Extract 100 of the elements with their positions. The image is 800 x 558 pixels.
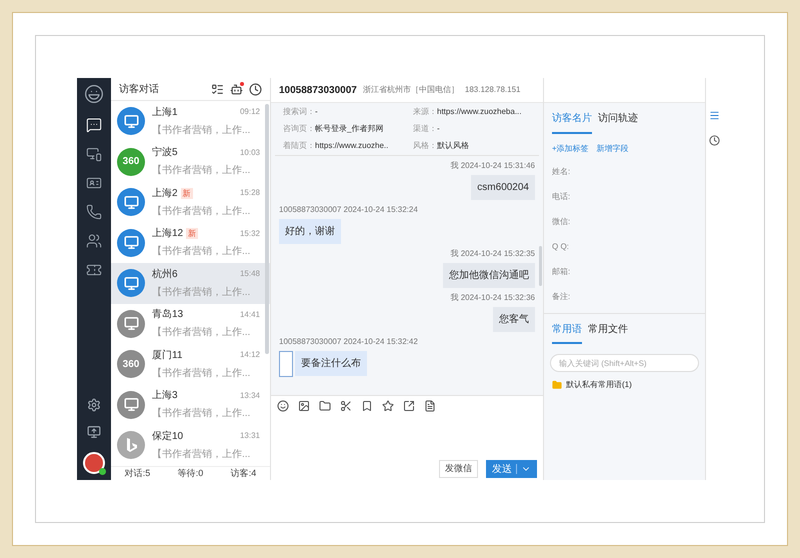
logo-avatar: 360	[117, 148, 145, 176]
menu-icon[interactable]	[709, 110, 720, 121]
scissors-icon[interactable]	[340, 400, 352, 412]
conversation-item[interactable]: 上海3 13:34 【书作者营销，上作...	[111, 384, 270, 425]
emoji-icon[interactable]	[277, 400, 289, 412]
conversation-item[interactable]: 360 宁波5 10:03 【书作者营销，上作...	[111, 142, 270, 182]
ticket-icon[interactable]	[86, 262, 102, 278]
folder-item[interactable]: 默认私有常用语(1)	[566, 379, 632, 391]
visitor-name: 保定10	[152, 430, 184, 444]
info-label: 风格：	[413, 141, 437, 151]
message-time: 15:48	[240, 268, 260, 280]
message-time: 15:32	[240, 228, 260, 240]
field-label: 电话:	[552, 191, 572, 203]
message-time: 13:34	[240, 390, 260, 402]
message-bubble: 好的，谢谢	[279, 219, 341, 244]
info-label: 来源：	[413, 107, 437, 117]
settings-icon[interactable]	[87, 398, 101, 412]
send-button[interactable]: 发送	[486, 460, 537, 478]
conversation-item[interactable]: 360 厦门11 14:12 【书作者营销，上作...	[111, 344, 270, 384]
chat-icon[interactable]	[86, 117, 102, 133]
wechat-button[interactable]: 发微信	[439, 460, 478, 478]
info-label: 搜索词：	[283, 107, 315, 117]
phrase-tab[interactable]: 常用文件	[588, 322, 628, 344]
conversation-item[interactable]: 上海1 09:12 【书作者营销，上作...	[111, 101, 270, 142]
screen-share-icon[interactable]	[87, 425, 101, 439]
share-icon[interactable]	[403, 400, 415, 412]
message-preview: 【书作者营销，上作...	[152, 204, 252, 219]
message-meta: 我 2024-10-24 15:31:46	[450, 160, 535, 172]
phone-icon[interactable]	[86, 204, 102, 220]
message-preview: 【书作者营销，上作...	[152, 124, 252, 138]
message-bubble: 要备注什么布	[295, 351, 367, 376]
message-meta: 10058873030007 2024-10-24 15:32:42	[279, 336, 418, 348]
robot-icon[interactable]	[230, 82, 243, 96]
message-preview: 【书作者营销，上作...	[152, 286, 252, 300]
field-label: 微信:	[552, 216, 572, 228]
action-link[interactable]: +添加标签	[552, 143, 589, 155]
profile-tab[interactable]: 访问轨迹	[598, 111, 638, 134]
conversation-item[interactable]: 上海12 新 15:32 【书作者营销，上作...	[111, 222, 270, 263]
bookmark-icon[interactable]	[361, 400, 373, 412]
conversation-item[interactable]: 杭州6 15:48 【书作者营销，上作...	[111, 263, 270, 304]
count-label: 访客:4	[230, 466, 256, 480]
note-icon[interactable]	[424, 400, 436, 412]
info-value: 帐号登录_作者邦网	[315, 124, 384, 134]
search-field[interactable]: 输入关键词 (Shift+Alt+S)	[550, 354, 699, 372]
message-bubble: 您加他微信沟通吧	[443, 263, 535, 288]
conversation-item[interactable]: 保定10 13:31 【书作者营销，上作...	[111, 425, 270, 466]
visitor-location: 浙江省杭州市［中国电信］	[362, 84, 459, 96]
info-value: https://www.zuozheba...	[437, 107, 522, 117]
message-time: 13:31	[240, 430, 260, 442]
smiley-logo-icon[interactable]	[84, 84, 104, 104]
info-value: -	[315, 107, 319, 117]
message-preview: 【书作者营销，上作...	[152, 326, 252, 340]
field-label: 姓名:	[552, 166, 572, 178]
field-label: Q Q:	[552, 241, 570, 253]
visitor-ip: 183.128.78.151	[464, 84, 520, 96]
message-meta: 10058873030007 2024-10-24 15:32:24	[279, 204, 418, 216]
message-preview: 【书作者营销，上作...	[152, 448, 252, 462]
user-avatar[interactable]	[83, 452, 105, 474]
message-preview: 【书作者营销，上作...	[152, 366, 252, 381]
message-time: 14:12	[240, 349, 260, 362]
visitor-name: 青岛13	[152, 308, 184, 322]
conversation-item[interactable]: 青岛13 14:41 【书作者营销，上作...	[111, 304, 270, 344]
message-bubble: 您客气	[493, 307, 535, 332]
info-label: 着陆页：	[283, 141, 315, 151]
conversation-item[interactable]: 上海2 新 15:28 【书作者营销，上作...	[111, 182, 270, 222]
clock-icon[interactable]	[709, 135, 720, 146]
message-time: 10:03	[240, 146, 260, 159]
message-meta: 我 2024-10-24 15:32:35	[450, 248, 535, 260]
visitor-name: 上海12	[152, 226, 184, 242]
folder-icon	[552, 380, 562, 390]
new-tag: 新	[186, 228, 198, 240]
info-value: -	[437, 124, 441, 134]
attachment-thumbnail[interactable]	[279, 351, 293, 377]
users-icon[interactable]	[86, 233, 102, 249]
id-card-icon[interactable]	[86, 175, 102, 191]
info-label: 渠道：	[413, 124, 437, 134]
message-preview: 【书作者营销，上作...	[152, 406, 252, 422]
profile-tab[interactable]: 访客名片	[552, 111, 592, 134]
info-label: 咨询页：	[283, 124, 315, 134]
info-value: https://www.zuozhe..	[315, 141, 388, 151]
folder-icon[interactable]	[319, 400, 331, 412]
message-bubble: csm600204	[471, 175, 535, 200]
visitor-name: 宁波5	[152, 146, 178, 160]
list-icon[interactable]	[211, 82, 224, 96]
devices-icon[interactable]	[86, 146, 102, 162]
phrase-tab[interactable]: 常用语	[552, 322, 582, 344]
visitor-name: 厦门11	[152, 348, 182, 363]
field-label: 邮箱:	[552, 266, 572, 278]
panel-title: 访客对话	[119, 82, 160, 96]
field-label: 备注:	[552, 291, 572, 303]
message-time: 15:28	[240, 187, 260, 200]
clock-icon[interactable]	[249, 82, 262, 96]
logo-avatar: 360	[117, 350, 145, 378]
star-icon[interactable]	[382, 400, 394, 412]
new-tag: 新	[180, 188, 193, 199]
image-icon[interactable]	[298, 400, 310, 412]
info-value: 默认风格	[437, 141, 469, 151]
message-preview: 【书作者营销，上作...	[152, 164, 252, 178]
visitor-name: 杭州6	[152, 268, 178, 282]
action-link[interactable]: 新增字段	[596, 143, 629, 155]
